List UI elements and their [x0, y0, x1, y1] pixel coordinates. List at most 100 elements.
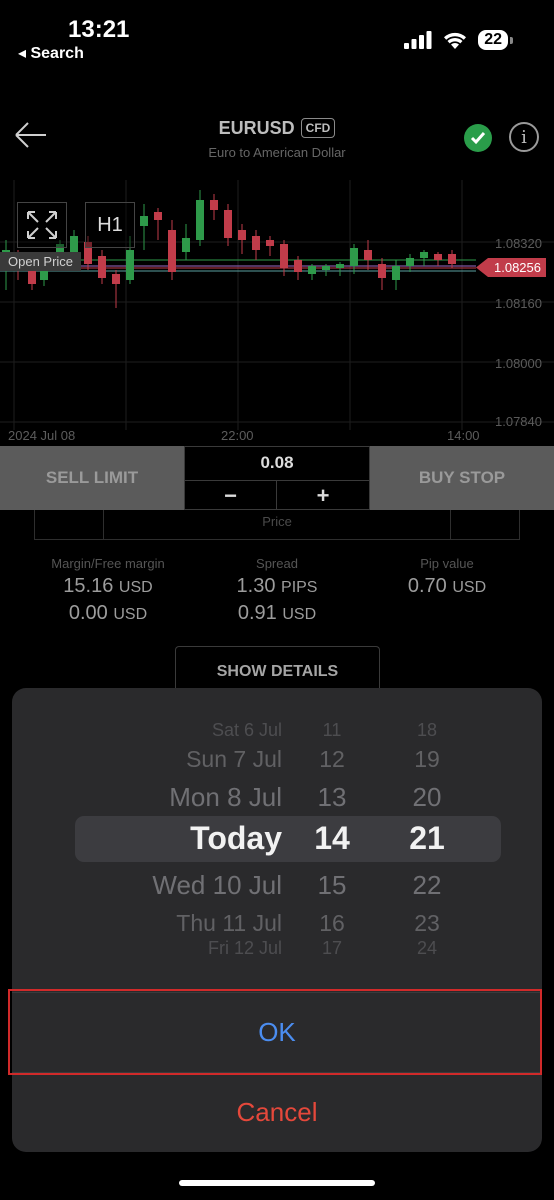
volume-stepper: 0.08 − +	[184, 446, 370, 510]
date-tick: 2024 Jul 08	[8, 428, 76, 443]
current-price-tag: 1.08256	[476, 258, 546, 277]
spread-pips-unit: PIPS	[281, 579, 318, 596]
cancel-button[interactable]: Cancel	[12, 1072, 542, 1152]
date-time-wheel[interactable]: Sat 6 Jul 11 18 Sun 7 Jul 12 19 Mon 8 Jul 13 20 T…	[12, 688, 542, 978]
info-icon[interactable]: i	[509, 122, 539, 152]
price-input-row[interactable]: Price	[34, 510, 520, 540]
picker-minute: 22	[412, 870, 442, 900]
status-icons: 22	[404, 30, 513, 50]
candle-body	[266, 240, 274, 246]
free-margin-unit: USD	[113, 606, 148, 623]
market-open-check-icon[interactable]	[464, 124, 492, 152]
status-time: 13:21	[68, 16, 130, 43]
pip-value-unit: USD	[452, 579, 487, 596]
candle-body	[140, 216, 148, 226]
picker-minute: 18	[416, 720, 438, 740]
candle-body	[112, 274, 120, 284]
open-price-tag: Open Price	[0, 252, 82, 271]
candle-body	[406, 258, 414, 266]
picker-row[interactable]: Mon 8 Jul 13 20	[12, 782, 542, 822]
candle-body	[196, 200, 204, 240]
picker-day: Sun 7 Jul	[186, 746, 282, 772]
price-tick: 1.08000	[495, 356, 542, 371]
candle-body	[168, 230, 176, 272]
picker-day: Wed 10 Jul	[152, 870, 282, 900]
margin-stat: Margin/Free margin 15.16 USD 0.00 USD	[40, 556, 176, 625]
candle-body	[392, 266, 400, 280]
pip-value-stat: Pip value 0.70 USD	[392, 556, 502, 598]
spread-usd-value: 0.91	[237, 602, 277, 624]
candle-body	[252, 236, 260, 250]
sell-limit-button[interactable]: SELL LIMIT	[0, 446, 184, 510]
picker-hour: 13	[317, 782, 347, 812]
picker-hour: 14	[314, 820, 350, 856]
picker-hour: 16	[319, 910, 345, 936]
picker-minute: 23	[414, 910, 440, 936]
picker-day: Today	[190, 820, 282, 856]
fullscreen-toggle[interactable]	[17, 202, 67, 248]
candle-body	[70, 236, 78, 252]
volume-increase-button[interactable]: +	[277, 480, 369, 510]
margin-label: Margin/Free margin	[51, 556, 165, 571]
picker-row[interactable]: Fri 12 Jul 17 24	[12, 938, 542, 978]
price-tick: 1.07840	[495, 414, 542, 429]
picker-row[interactable]: Today 14 21	[12, 820, 542, 860]
picker-hour: 15	[317, 870, 347, 900]
picker-row[interactable]: Wed 10 Jul 15 22	[12, 870, 542, 910]
candle-body	[126, 250, 134, 280]
date-time-picker-sheet: Sat 6 Jul 11 18 Sun 7 Jul 12 19 Mon 8 Jul 13 20 T…	[12, 688, 542, 1152]
picker-day: Mon 8 Jul	[169, 782, 282, 812]
pip-value: 0.70	[407, 575, 447, 597]
volume-decrease-button[interactable]: −	[185, 480, 277, 510]
candle-body	[448, 254, 456, 264]
candle-body	[224, 210, 232, 238]
picker-day: Fri 12 Jul	[207, 938, 282, 958]
candle-body	[154, 212, 162, 220]
candles	[2, 190, 456, 308]
price-chart[interactable]: 1.08320 1.08160 1.08000 1.07840	[0, 180, 554, 446]
candle-body	[350, 248, 358, 266]
price-label: Price	[262, 514, 292, 529]
spread-stat: Spread 1.30 PIPS 0.91 USD	[212, 556, 342, 625]
picker-hour: 12	[319, 746, 345, 772]
home-indicator[interactable]	[179, 1180, 375, 1186]
candle-body	[238, 230, 246, 240]
picker-hour: 11	[322, 720, 342, 740]
volume-value[interactable]: 0.08	[185, 453, 369, 473]
candle-body	[364, 250, 372, 260]
picker-row[interactable]: Sun 7 Jul 12 19	[12, 746, 542, 786]
buy-stop-button[interactable]: BUY STOP	[370, 446, 554, 510]
candle-body	[280, 244, 288, 268]
order-controls: SELL LIMIT 0.08 − + BUY STOP	[0, 446, 554, 510]
signal-icon	[404, 31, 432, 49]
chart-grid	[0, 180, 554, 430]
candlestick-chart	[0, 180, 554, 430]
candle-body	[182, 238, 190, 252]
instrument-symbol: EURUSD	[218, 118, 295, 138]
candle-body	[210, 200, 218, 210]
margin-value: 15.16	[63, 575, 114, 597]
price-tick: 1.08160	[495, 296, 542, 311]
candle-body	[294, 260, 302, 272]
ok-button-highlight-box	[8, 989, 542, 1075]
candle-body	[434, 254, 442, 260]
free-margin-value: 0.00	[68, 602, 108, 624]
spread-usd-unit: USD	[282, 606, 317, 623]
battery-level: 22	[478, 30, 513, 50]
price-tick: 1.08320	[495, 236, 542, 251]
cfd-badge: CFD	[300, 118, 336, 138]
picker-minute: 20	[412, 782, 442, 812]
back-to-search-link[interactable]: ◂ Search	[18, 43, 84, 63]
picker-minute: 24	[416, 938, 438, 958]
pip-value-label: Pip value	[420, 556, 474, 571]
candle-body	[378, 264, 386, 278]
spread-pips-value: 1.30	[236, 575, 276, 597]
picker-minute: 21	[409, 820, 445, 856]
date-tick: 22:00	[221, 428, 254, 443]
picker-hour: 17	[321, 938, 343, 958]
picker-day: Thu 11 Jul	[176, 910, 282, 936]
wifi-icon	[444, 32, 467, 49]
candle-body	[336, 264, 344, 268]
candle-body	[98, 256, 106, 278]
timeframe-selector[interactable]: H1	[85, 202, 135, 248]
